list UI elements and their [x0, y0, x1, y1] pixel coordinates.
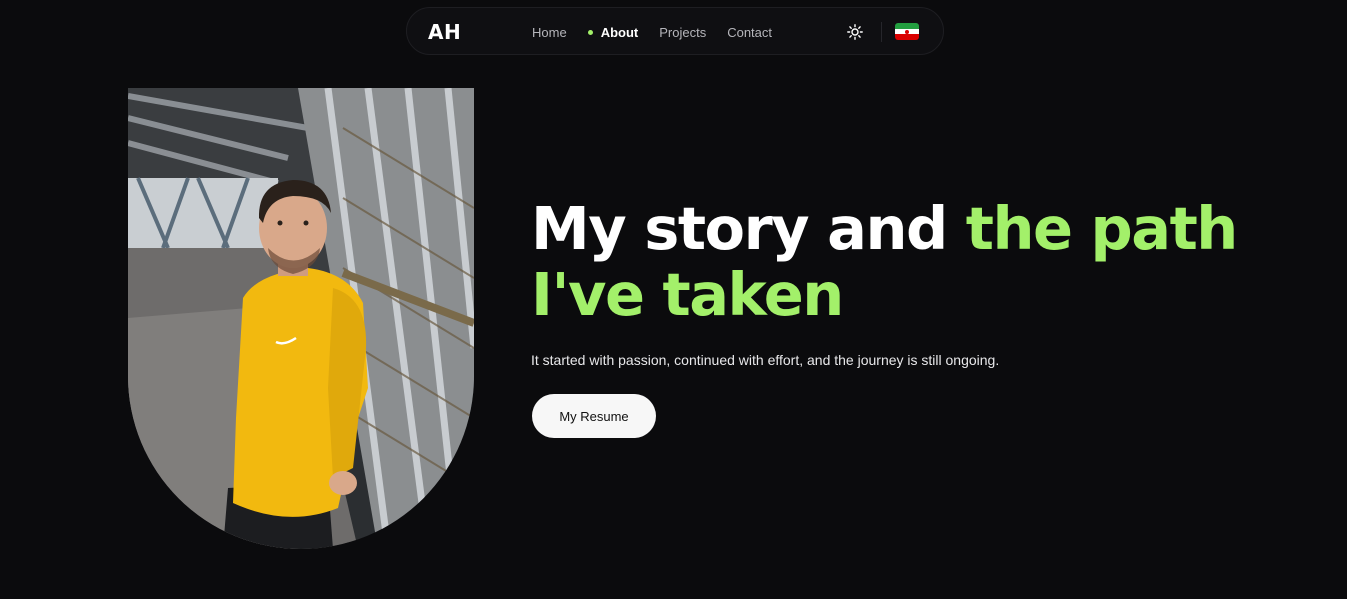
nav-link-label: Projects: [659, 24, 707, 40]
nav-link-label: About: [600, 24, 639, 40]
nav-links: Home About Projects Contact: [532, 8, 793, 56]
nav-link-label: Contact: [727, 24, 773, 40]
nav-divider: [881, 22, 882, 42]
nav-link-projects[interactable]: Projects: [659, 25, 706, 40]
resume-button[interactable]: My Resume: [532, 394, 656, 438]
nav-link-about[interactable]: About: [587, 24, 639, 40]
hero-subtitle: It started with passion, continued with …: [531, 352, 1000, 368]
nav-link-contact[interactable]: Contact: [727, 25, 772, 40]
active-indicator-dot: [587, 29, 593, 35]
nav-link-home[interactable]: Home: [532, 25, 567, 40]
sun-icon[interactable]: [847, 24, 863, 40]
profile-photo: [128, 88, 474, 549]
page: AH Home About Projects Contact My story …: [0, 0, 1347, 599]
site-logo[interactable]: AH: [428, 20, 461, 44]
top-nav: AH Home About Projects Contact: [406, 7, 944, 55]
nav-link-label: Home: [532, 24, 567, 40]
iran-flag-icon[interactable]: [895, 23, 919, 40]
hero-title: My story and the path I've taken: [531, 196, 1251, 328]
hero-title-plain: My story and: [531, 194, 966, 263]
